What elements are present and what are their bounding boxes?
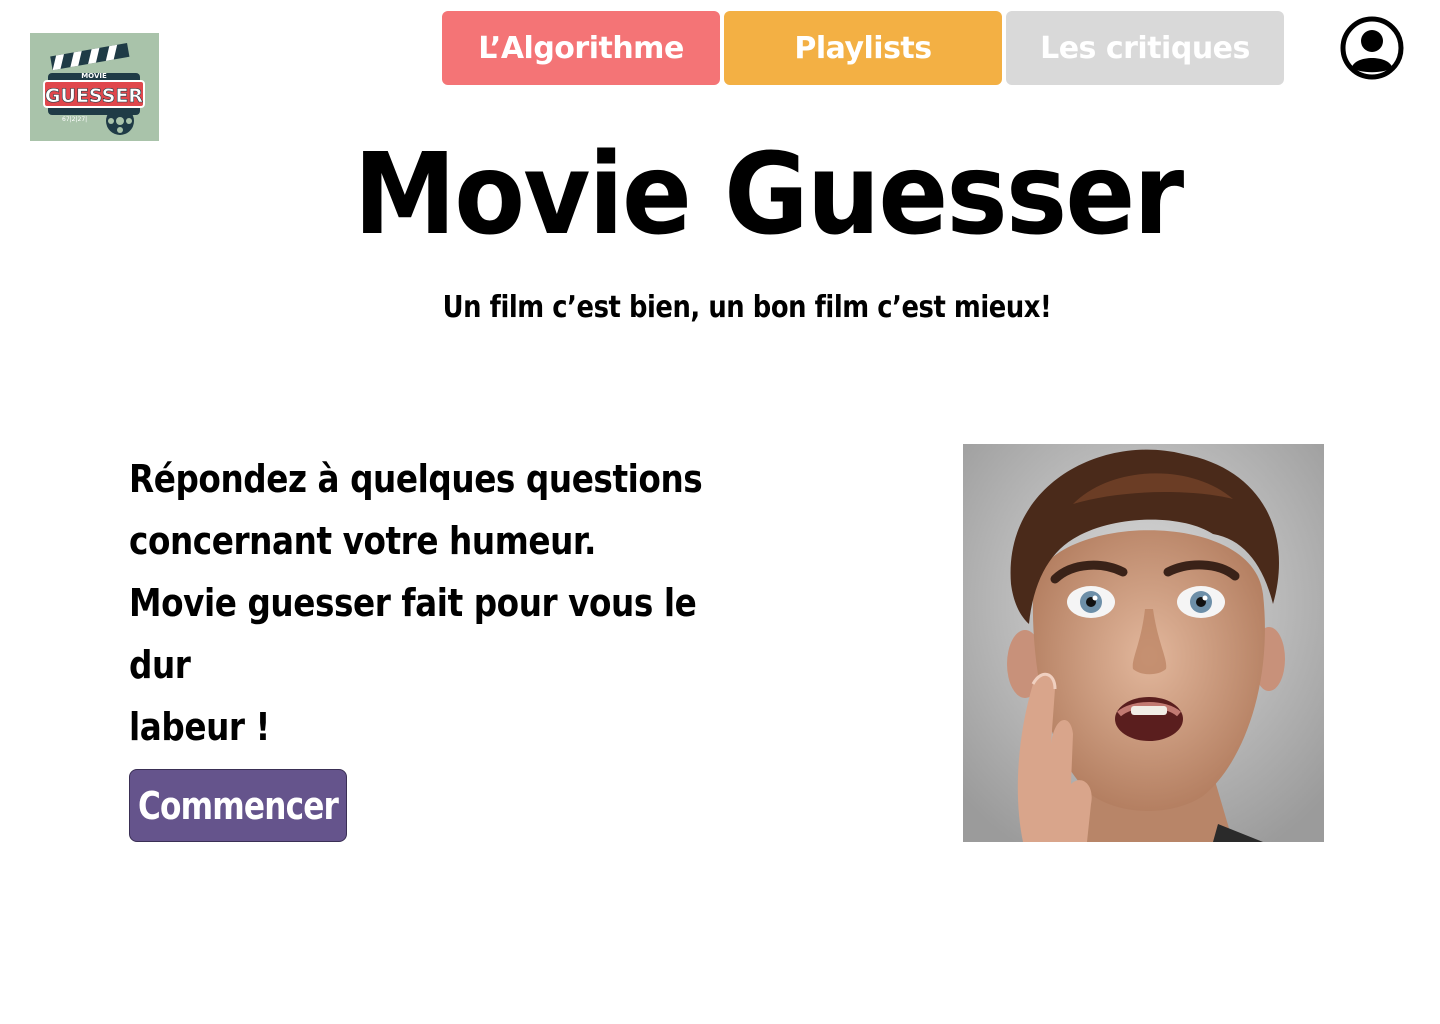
intro-line: Répondez à quelques questions: [129, 457, 703, 501]
nav-algorithme-button[interactable]: L’Algorithme: [442, 11, 720, 85]
logo-main-text: GUESSER: [45, 85, 143, 107]
logo-bottom-text: 67|2|27|: [62, 116, 87, 123]
nav-playlists-button[interactable]: Playlists: [724, 11, 1002, 85]
page-title: Movie Guesser: [353, 130, 1185, 260]
movie-guesser-logo[interactable]: MOVIE GUESSER 67|2|27|: [30, 33, 159, 141]
intro-line: labeur !: [129, 705, 271, 749]
logo-top-text: MOVIE: [81, 72, 107, 80]
user-account-icon[interactable]: [1340, 16, 1404, 80]
surprised-man-image: [963, 444, 1324, 842]
start-button-label: Commencer: [137, 783, 339, 828]
intro-line: concernant votre humeur.: [129, 519, 596, 563]
page-subtitle: Un film c’est bien, un bon film c’est mi…: [442, 290, 1052, 325]
intro-text: Répondez à quelques questions concernant…: [129, 448, 748, 758]
nav-critiques-button[interactable]: Les critiques: [1006, 11, 1284, 85]
clapperboard-logo-icon: MOVIE GUESSER 67|2|27|: [30, 33, 159, 141]
page: MOVIE GUESSER 67|2|27| L’Algorithme Play…: [0, 0, 1440, 1024]
start-button[interactable]: Commencer: [129, 769, 347, 842]
intro-line: Movie guesser fait pour vous le dur: [129, 581, 697, 687]
main-nav: L’Algorithme Playlists Les critiques: [442, 11, 1284, 85]
